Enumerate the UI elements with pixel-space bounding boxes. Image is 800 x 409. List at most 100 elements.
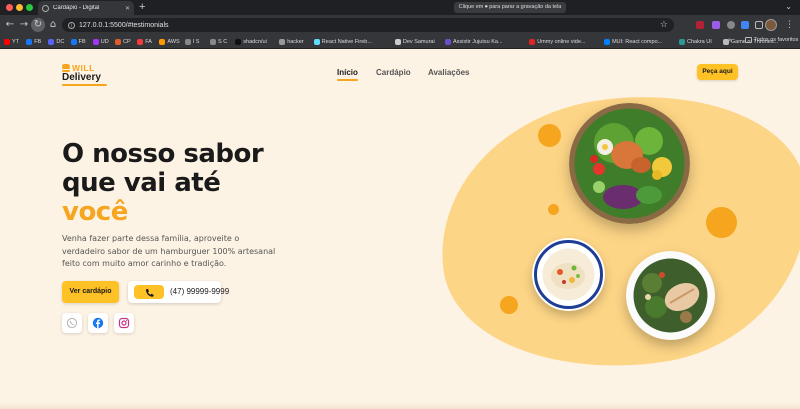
instagram-button[interactable] [114,313,134,333]
folder-icon [745,37,752,43]
forward-icon[interactable]: → [17,18,31,32]
maximize-window-button[interactable] [26,4,33,11]
address-bar[interactable]: i 127.0.0.1:5500/#testimonials ☆ [62,18,674,32]
bookmark-item[interactable]: AWS [159,37,180,47]
bookmark-item[interactable]: YT [4,37,19,47]
ceviche-plate-image [532,238,605,311]
whatsapp-icon [66,317,78,329]
bookmark-item[interactable]: shadcn/ui [235,37,267,47]
bookmark-label: Chakra UI [687,39,712,45]
bookmark-item[interactable]: FA [137,37,152,47]
bookmark-item[interactable]: DC [48,37,64,47]
nav-link-cardapio[interactable]: Cardápio [376,68,411,77]
nav-link-avaliacoes[interactable]: Avaliações [428,68,470,77]
bookmark-favicon-icon [184,39,191,45]
site-info-icon[interactable]: i [68,21,75,29]
tab-search-icon[interactable]: ⌄ [785,2,792,11]
bookmark-favicon-icon [115,39,121,45]
minimize-window-button[interactable] [16,4,23,11]
bookmark-label: FA [145,39,152,45]
logo-bottom-text: Delivery [62,72,101,83]
burger-logo-icon [62,64,70,72]
globe-icon [42,4,49,12]
browser-menu-icon[interactable]: ⋮ [785,18,794,32]
bookmark-label: FB [78,39,86,45]
description-line: verdadeiro sabor de um hamburguer 100% a… [62,246,276,256]
bookmark-favicon-icon [70,39,77,45]
bookmark-label: shadcn/ui [243,39,267,45]
extension-icon[interactable] [741,21,749,29]
screen-recording-notice[interactable]: Clique em ⏺ para parar a gravação da tel… [454,2,566,13]
extensions-puzzle-icon[interactable] [755,21,763,29]
phone-icon-badge [134,285,164,299]
bookmark-item[interactable]: Chakra UI [679,37,712,47]
bookmark-item[interactable]: CP [115,37,131,47]
bookmark-label: DC [56,39,65,45]
nav-link-label: Avaliações [428,68,470,77]
nav-link-label: Cardápio [376,68,411,77]
instagram-icon [118,317,130,329]
section-divider [0,403,800,409]
bookmark-label: S C [218,39,228,45]
reload-icon[interactable]: ↻ [31,18,45,32]
profile-avatar[interactable] [765,19,777,31]
order-here-button[interactable]: Peça aqui [697,64,738,80]
bookmark-item[interactable]: UD [92,37,109,47]
bookmark-item[interactable]: Ummy online vide... [529,37,585,47]
bookmark-star-icon[interactable]: ☆ [660,18,668,32]
hero-headline: O nosso sabor que vai até você [62,139,264,227]
headline-line: que vai até [62,168,221,198]
new-tab-button[interactable]: + [139,1,145,13]
bookmark-item[interactable]: S C [210,37,227,47]
bookmarks-bar: YT FB DC FB UD CP FA AWS I S S C shadcn/ui hacker Re… [0,35,800,49]
back-icon[interactable]: ← [3,18,17,32]
facebook-button[interactable] [88,313,108,333]
bookmark-favicon-icon [235,39,242,45]
headline-line: O nosso sabor [62,139,264,169]
more-bookmarks-icon[interactable]: » [728,37,732,44]
all-bookmarks-folder[interactable]: Todos os favoritos [745,37,798,43]
hero-description: Venha fazer parte dessa família, aprovei… [62,233,282,271]
close-tab-icon[interactable]: ✕ [125,5,130,12]
bookmark-item[interactable]: Dev Samurai [394,37,435,47]
bookmark-label: React Native Fireb... [321,39,372,45]
bookmark-item[interactable]: FB [70,37,86,47]
browser-tab[interactable]: Cardápio - Digital ✕ [38,1,134,15]
flag-extension-icon[interactable] [696,21,704,29]
all-bookmarks-label: Todos os favoritos [754,37,799,43]
bookmark-item[interactable]: hacker [279,37,304,47]
whatsapp-button[interactable] [62,313,82,333]
view-menu-button[interactable]: Ver cardápio [62,281,119,303]
url-text[interactable]: 127.0.0.1:5500/#testimonials [79,22,169,29]
bookmark-item[interactable]: MUI: React compo... [604,37,662,47]
bookmark-item[interactable]: React Native Fireb... [313,37,372,47]
salad-bowl-image [569,103,690,224]
decorative-dot [538,124,561,147]
bookmark-label: AWS [167,39,180,45]
bookmark-favicon-icon [313,39,320,45]
bookmark-favicon-icon [26,39,33,45]
extension-icon[interactable] [712,21,720,29]
bookmark-label: Dev Samurai [402,39,435,45]
bookmark-label: Ummy online vide... [537,39,586,45]
nav-link-inicio[interactable]: Início [337,68,358,81]
description-line: feito com muito amor carinho e tradição. [62,259,227,268]
bookmark-favicon-icon [529,39,536,45]
facebook-icon [92,317,104,329]
bookmark-label: Assistir Jujutsu Ka... [453,39,503,45]
extension-icon[interactable] [727,21,735,29]
bookmark-item[interactable]: Assistir Jujutsu Ka... [445,37,503,47]
bookmark-item[interactable]: FB [26,37,41,47]
bookmark-favicon-icon [679,39,685,45]
phone-number: (47) 99999-9999 [170,287,230,296]
active-nav-indicator [337,79,358,81]
headline-accent: você [62,197,128,227]
home-icon[interactable]: ⌂ [46,18,60,32]
nav-link-label: Início [337,68,358,77]
bookmark-item[interactable]: I S [184,37,200,47]
close-window-button[interactable] [6,4,13,11]
bookmark-label: I S [192,39,200,45]
phone-button[interactable]: (47) 99999-9999 [128,281,229,303]
bookmark-label: YT [12,39,20,45]
bookmark-favicon-icon [159,39,166,45]
